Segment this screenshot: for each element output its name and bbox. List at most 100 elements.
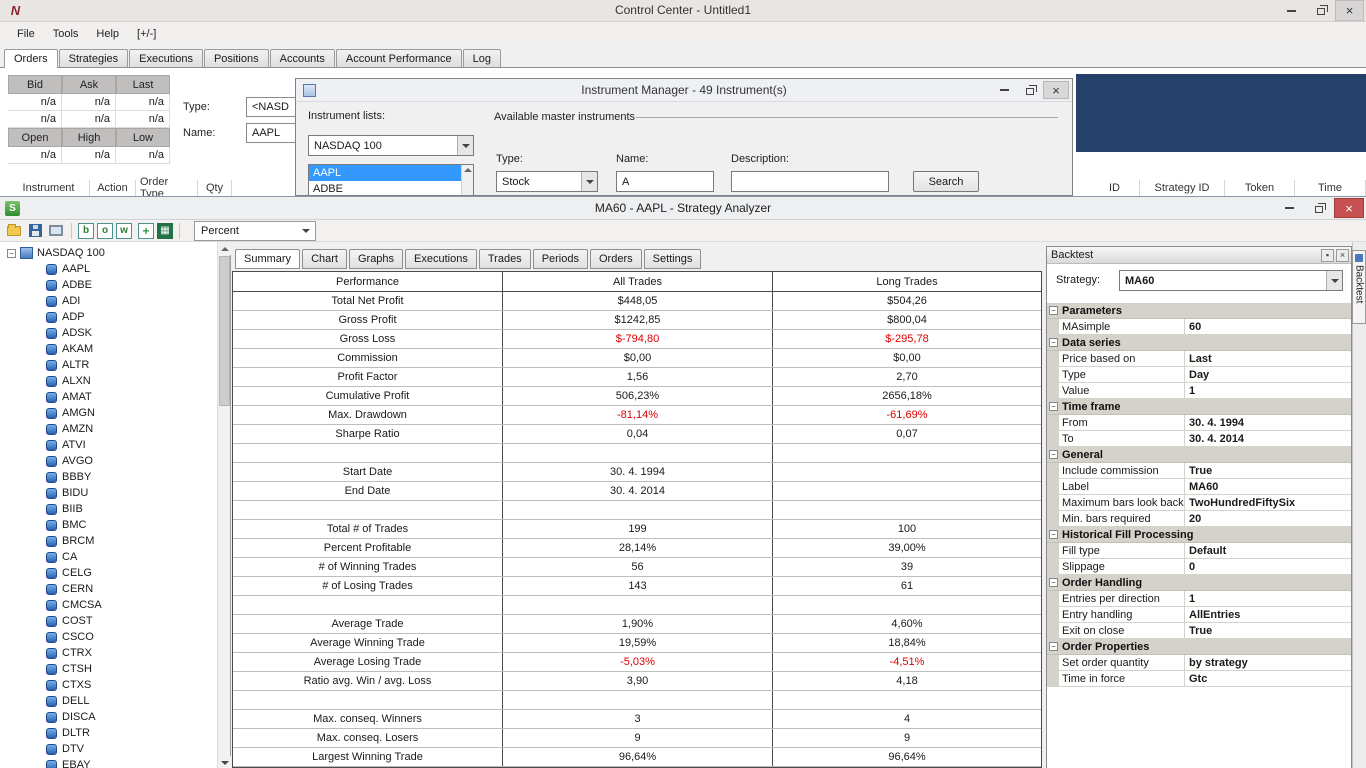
- list-item-adbe[interactable]: ADBE: [309, 181, 473, 195]
- column-header-all-trades[interactable]: All Trades: [503, 272, 773, 291]
- property-value[interactable]: 30. 4. 2014: [1185, 431, 1351, 446]
- toolbar-button-w[interactable]: w: [116, 222, 132, 239]
- tree-item-altr[interactable]: ALTR: [46, 357, 230, 373]
- tab-settings[interactable]: Settings: [643, 249, 702, 269]
- tree-item-adsk[interactable]: ADSK: [46, 325, 230, 341]
- column-header-id[interactable]: ID: [1090, 180, 1140, 196]
- cc-tab-strategies[interactable]: Strategies: [58, 49, 129, 67]
- tab-trades[interactable]: Trades: [478, 249, 531, 269]
- add-button[interactable]: +: [138, 222, 154, 239]
- cc-tab-accounts[interactable]: Accounts: [269, 49, 335, 67]
- column-header-long-trades[interactable]: Long Trades: [773, 272, 1041, 291]
- property-value[interactable]: 60: [1185, 319, 1351, 334]
- property-value[interactable]: Last: [1185, 351, 1351, 366]
- tree-item-adbe[interactable]: ADBE: [46, 277, 230, 293]
- tree-item-biib[interactable]: BIIB: [46, 501, 230, 517]
- property-category-time-frame[interactable]: − Time frame: [1047, 399, 1351, 415]
- tree-item-amzn[interactable]: AMZN: [46, 421, 230, 437]
- close-icon[interactable]: ×: [1336, 248, 1349, 262]
- tree-item-csco[interactable]: CSCO: [46, 629, 230, 645]
- property-value[interactable]: AllEntries: [1185, 607, 1351, 622]
- cc-tab-log[interactable]: Log: [462, 49, 501, 67]
- property-value[interactable]: MA60: [1185, 479, 1351, 494]
- property-row-entries-per-direction[interactable]: Entries per direction 1: [1047, 591, 1351, 607]
- property-value[interactable]: 0: [1185, 559, 1351, 574]
- property-row-time-in-force[interactable]: Time in force Gtc: [1047, 671, 1351, 687]
- tree-item-bbby[interactable]: BBBY: [46, 469, 230, 485]
- property-row-to[interactable]: To 30. 4. 2014: [1047, 431, 1351, 447]
- tree-item-ca[interactable]: CA: [46, 549, 230, 565]
- tree-item-ctxs[interactable]: CTXS: [46, 677, 230, 693]
- tree-item-cost[interactable]: COST: [46, 613, 230, 629]
- property-row-exit-on-close[interactable]: Exit on close True: [1047, 623, 1351, 639]
- backtest-side-tab[interactable]: Backtest: [1352, 250, 1366, 324]
- tree-item-bidu[interactable]: BIDU: [46, 485, 230, 501]
- toolbar-button-o[interactable]: o: [97, 222, 113, 239]
- control-center-titlebar[interactable]: N Control Center - Untitled1 ×: [0, 0, 1366, 22]
- collapse-icon[interactable]: −: [1049, 450, 1058, 459]
- tab-chart[interactable]: Chart: [302, 249, 347, 269]
- property-row-maximum-bars-look-back[interactable]: Maximum bars look back TwoHundredFiftySix: [1047, 495, 1351, 511]
- tab-periods[interactable]: Periods: [532, 249, 588, 269]
- tree-item-aapl[interactable]: AAPL: [46, 261, 230, 277]
- minimize-button[interactable]: [1274, 198, 1304, 218]
- tree-item-amat[interactable]: AMAT: [46, 389, 230, 405]
- property-row-slippage[interactable]: Slippage 0: [1047, 559, 1351, 575]
- menu-item[interactable]: [+/-]: [128, 24, 165, 44]
- collapse-icon[interactable]: −: [1049, 402, 1058, 411]
- column-header-order-type[interactable]: Order Type: [136, 176, 198, 200]
- cc-tab-account-performance[interactable]: Account Performance: [335, 49, 462, 67]
- instrument-manager-titlebar[interactable]: Instrument Manager - 49 Instrument(s) ×: [296, 79, 1072, 102]
- collapse-icon[interactable]: −: [1049, 306, 1058, 315]
- property-value[interactable]: by strategy: [1185, 655, 1351, 670]
- display-mode-select[interactable]: Percent: [194, 220, 316, 241]
- property-row-masimple[interactable]: MAsimple 60: [1047, 319, 1351, 335]
- property-row-price-based-on[interactable]: Price based on Last: [1047, 351, 1351, 367]
- pin-icon[interactable]: ▪: [1321, 248, 1334, 262]
- property-row-label[interactable]: Label MA60: [1047, 479, 1351, 495]
- column-header-action[interactable]: Action: [90, 180, 136, 196]
- minimize-button[interactable]: [991, 81, 1017, 99]
- tree-item-adi[interactable]: ADI: [46, 293, 230, 309]
- tree-item-akam[interactable]: AKAM: [46, 341, 230, 357]
- export-excel-button[interactable]: ▦: [157, 222, 173, 239]
- menu-help[interactable]: Help: [87, 24, 128, 44]
- tree-item-ebay[interactable]: EBAY: [46, 757, 230, 768]
- cc-tab-positions[interactable]: Positions: [203, 49, 269, 67]
- property-value[interactable]: 1: [1185, 383, 1351, 398]
- toolbar-button-b[interactable]: b: [78, 222, 94, 239]
- property-row-include-commission[interactable]: Include commission True: [1047, 463, 1351, 479]
- tree-item-dtv[interactable]: DTV: [46, 741, 230, 757]
- column-header-performance[interactable]: Performance: [233, 272, 503, 291]
- property-value[interactable]: TwoHundredFiftySix: [1185, 495, 1351, 510]
- tree-item-alxn[interactable]: ALXN: [46, 373, 230, 389]
- display-button[interactable]: [47, 222, 65, 239]
- tree-item-amgn[interactable]: AMGN: [46, 405, 230, 421]
- property-row-fill-type[interactable]: Fill type Default: [1047, 543, 1351, 559]
- column-header-strategy-id[interactable]: Strategy ID: [1140, 180, 1225, 196]
- property-row-set-order-quantity[interactable]: Set order quantity by strategy: [1047, 655, 1351, 671]
- property-category-historical-fill-processing[interactable]: − Historical Fill Processing: [1047, 527, 1351, 543]
- property-row-value[interactable]: Value 1: [1047, 383, 1351, 399]
- tree-item-dell[interactable]: DELL: [46, 693, 230, 709]
- property-row-min-bars-required[interactable]: Min. bars required 20: [1047, 511, 1351, 527]
- property-category-data-series[interactable]: − Data series: [1047, 335, 1351, 351]
- scroll-up-button[interactable]: [218, 242, 231, 255]
- property-value[interactable]: True: [1185, 463, 1351, 478]
- tree-item-dltr[interactable]: DLTR: [46, 725, 230, 741]
- tree-scrollbar[interactable]: [217, 242, 231, 768]
- restore-button[interactable]: [1304, 198, 1334, 218]
- instrument-list-select[interactable]: NASDAQ 100: [308, 135, 474, 156]
- property-value[interactable]: True: [1185, 623, 1351, 638]
- tab-executions[interactable]: Executions: [405, 249, 477, 269]
- chevron-down-icon[interactable]: [457, 136, 473, 155]
- property-row-from[interactable]: From 30. 4. 1994: [1047, 415, 1351, 431]
- restore-button[interactable]: [1306, 0, 1335, 21]
- property-value[interactable]: Default: [1185, 543, 1351, 558]
- tree-item-brcm[interactable]: BRCM: [46, 533, 230, 549]
- collapse-icon[interactable]: −: [1049, 642, 1058, 651]
- property-category-order-properties[interactable]: − Order Properties: [1047, 639, 1351, 655]
- property-category-general[interactable]: − General: [1047, 447, 1351, 463]
- tree-item-celg[interactable]: CELG: [46, 565, 230, 581]
- tree-item-adp[interactable]: ADP: [46, 309, 230, 325]
